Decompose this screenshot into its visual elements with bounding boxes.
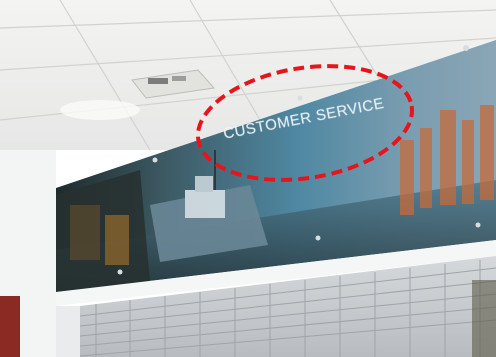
door-frame	[0, 296, 20, 357]
scene	[0, 0, 496, 357]
shutter-pillar	[56, 306, 80, 357]
photo: CUSTOMER SERVICE	[0, 0, 496, 357]
